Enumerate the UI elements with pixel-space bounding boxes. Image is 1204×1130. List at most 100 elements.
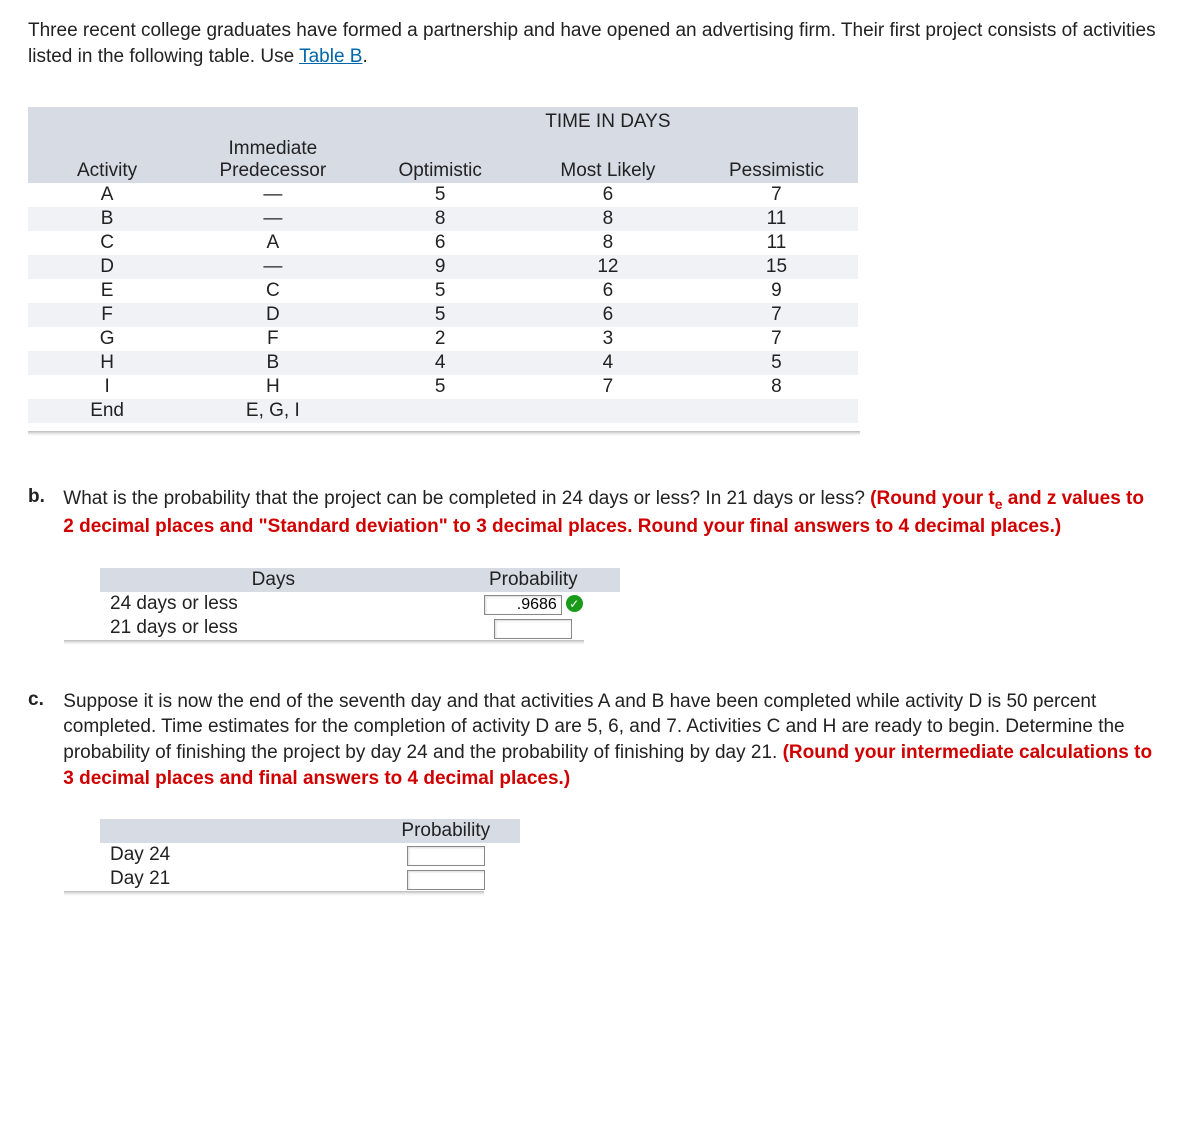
table-cell: E bbox=[28, 279, 186, 303]
question-b-text: What is the probability that the project… bbox=[63, 488, 870, 509]
col-most-likely: Most Likely bbox=[521, 137, 695, 183]
ans-c-header-blank bbox=[100, 819, 372, 843]
table-row: B—8811 bbox=[28, 207, 858, 231]
table-cell: 11 bbox=[695, 207, 858, 231]
answer-row-value-cell bbox=[447, 616, 620, 640]
table-row: HB445 bbox=[28, 351, 858, 375]
table-row: Day 21 bbox=[100, 867, 520, 891]
table-cell: F bbox=[28, 303, 186, 327]
table-cell: 8 bbox=[521, 207, 695, 231]
table-cell: End bbox=[28, 399, 186, 423]
super-header-time: TIME IN DAYS bbox=[521, 107, 695, 137]
table-row: 24 days or less ✓ bbox=[100, 592, 620, 616]
question-c: c. Suppose it is now the end of the seve… bbox=[28, 689, 1176, 897]
table-cell: 7 bbox=[695, 327, 858, 351]
table-cell: 11 bbox=[695, 231, 858, 255]
table-cell: 12 bbox=[521, 255, 695, 279]
question-b-letter: b. bbox=[28, 486, 58, 508]
question-c-letter: c. bbox=[28, 689, 58, 711]
table-row: GF237 bbox=[28, 327, 858, 351]
table-cell bbox=[359, 399, 520, 423]
table-cell bbox=[521, 399, 695, 423]
table-cell: 4 bbox=[521, 351, 695, 375]
table-b-link[interactable]: Table B bbox=[299, 46, 362, 67]
col-pessimistic: Pessimistic bbox=[695, 137, 858, 183]
intro-text-after: . bbox=[362, 46, 367, 67]
table-cell: 6 bbox=[359, 231, 520, 255]
answer-row-value-cell bbox=[372, 843, 520, 867]
table-cell: 7 bbox=[521, 375, 695, 399]
table-row: A—567 bbox=[28, 183, 858, 207]
col-predecessor: Immediate Predecessor bbox=[186, 137, 359, 183]
table-cell bbox=[695, 399, 858, 423]
table-cell: 8 bbox=[695, 375, 858, 399]
table-cell: 9 bbox=[359, 255, 520, 279]
correct-icon: ✓ bbox=[566, 595, 583, 612]
table-cell: B bbox=[28, 207, 186, 231]
table-cell: 15 bbox=[695, 255, 858, 279]
table-cell: G bbox=[28, 327, 186, 351]
table-cell: 9 bbox=[695, 279, 858, 303]
table-cell: 7 bbox=[695, 183, 858, 207]
table-row: FD567 bbox=[28, 303, 858, 327]
table-cell: A bbox=[186, 231, 359, 255]
table-cell: 2 bbox=[359, 327, 520, 351]
probability-input[interactable] bbox=[484, 595, 562, 615]
table-cell: C bbox=[28, 231, 186, 255]
col-activity: Activity bbox=[28, 137, 186, 183]
col-optimistic: Optimistic bbox=[359, 137, 520, 183]
probability-input[interactable] bbox=[407, 870, 485, 890]
ans-b-header-days: Days bbox=[100, 568, 447, 592]
table-cell: 6 bbox=[521, 279, 695, 303]
probability-input[interactable] bbox=[494, 619, 572, 639]
probability-input[interactable] bbox=[407, 846, 485, 866]
table-cell: 6 bbox=[521, 303, 695, 327]
table-row: EndE, G, I bbox=[28, 399, 858, 423]
table-cell: — bbox=[186, 207, 359, 231]
table-cell: F bbox=[186, 327, 359, 351]
table-cell: 8 bbox=[521, 231, 695, 255]
table-cell: H bbox=[28, 351, 186, 375]
table-row: D—91215 bbox=[28, 255, 858, 279]
table-cell: 6 bbox=[521, 183, 695, 207]
answer-row-label: Day 24 bbox=[100, 843, 372, 867]
question-b: b. What is the probability that the proj… bbox=[28, 486, 1176, 644]
answer-row-value-cell bbox=[372, 867, 520, 891]
answer-row-value-cell: ✓ bbox=[447, 592, 620, 616]
table-row: EC569 bbox=[28, 279, 858, 303]
table-row: CA6811 bbox=[28, 231, 858, 255]
table-cell: 7 bbox=[695, 303, 858, 327]
activity-table: TIME IN DAYS Activity Immediate Predeces… bbox=[28, 107, 858, 423]
table-cell: 5 bbox=[359, 375, 520, 399]
table-cell: 5 bbox=[359, 303, 520, 327]
table-cell: H bbox=[186, 375, 359, 399]
table-cell: 8 bbox=[359, 207, 520, 231]
table-cell: I bbox=[28, 375, 186, 399]
table-row: Day 24 bbox=[100, 843, 520, 867]
intro-text-before: Three recent college graduates have form… bbox=[28, 20, 1156, 67]
table-cell: C bbox=[186, 279, 359, 303]
answer-row-label: 21 days or less bbox=[100, 616, 447, 640]
answer-table-b: Days Probability 24 days or less ✓ 21 days… bbox=[100, 568, 620, 640]
table-row: 21 days or less bbox=[100, 616, 620, 640]
table-cell: 5 bbox=[359, 183, 520, 207]
table-cell: 5 bbox=[359, 279, 520, 303]
table-cell: B bbox=[186, 351, 359, 375]
activity-table-wrap: TIME IN DAYS Activity Immediate Predeces… bbox=[28, 107, 860, 436]
ans-c-header-prob: Probability bbox=[372, 819, 520, 843]
table-row: IH578 bbox=[28, 375, 858, 399]
answer-table-c: Probability Day 24Day 21 bbox=[100, 819, 520, 891]
table-cell: D bbox=[186, 303, 359, 327]
table-cell: D bbox=[28, 255, 186, 279]
table-cell: A bbox=[28, 183, 186, 207]
table-cell: — bbox=[186, 255, 359, 279]
table-cell: 3 bbox=[521, 327, 695, 351]
table-cell: — bbox=[186, 183, 359, 207]
answer-row-label: Day 21 bbox=[100, 867, 372, 891]
table-cell: E, G, I bbox=[186, 399, 359, 423]
table-cell: 4 bbox=[359, 351, 520, 375]
intro-paragraph: Three recent college graduates have form… bbox=[28, 18, 1176, 69]
ans-b-header-prob: Probability bbox=[447, 568, 620, 592]
table-cell: 5 bbox=[695, 351, 858, 375]
answer-row-label: 24 days or less bbox=[100, 592, 447, 616]
